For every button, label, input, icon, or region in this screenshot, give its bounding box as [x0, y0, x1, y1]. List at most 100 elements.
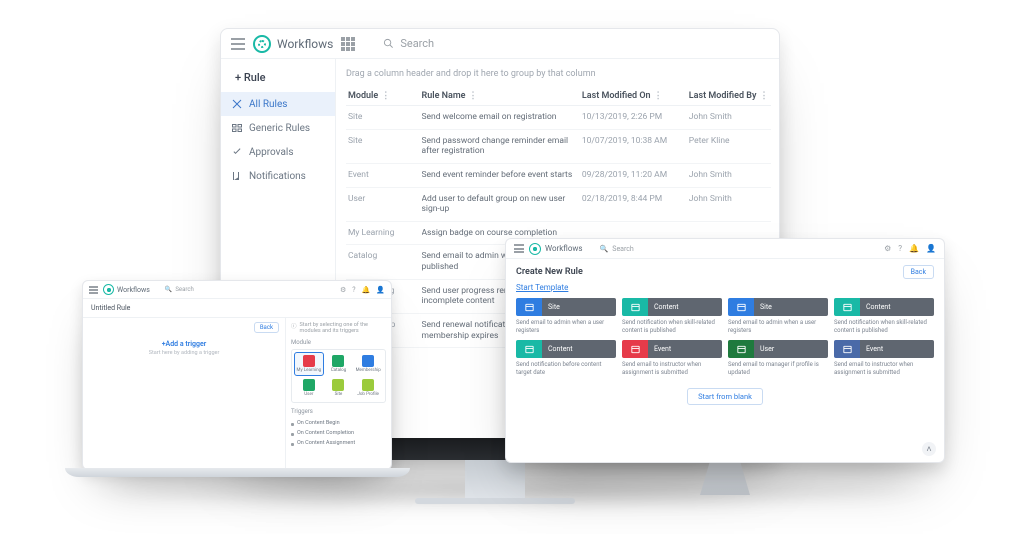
laptop-base [65, 468, 410, 477]
trigger-item[interactable]: On Content Completion [291, 428, 386, 438]
module-membership[interactable]: Membership [354, 353, 382, 375]
sidebar-item-all-rules[interactable]: All Rules [221, 92, 335, 116]
col-rule-name[interactable]: Rule Name [422, 91, 466, 101]
side-hint: ⓘStart by selecting one of the modules a… [291, 322, 386, 334]
sidebar-item-generic-rules[interactable]: Generic Rules [221, 116, 335, 140]
add-rule-button[interactable]: + Rule [221, 65, 335, 92]
laptop-window: Workflows 🔍 Search ⚙ ? 🔔 👤 Untitled Rule… [82, 280, 392, 470]
start-template-link[interactable]: Start Template [506, 283, 944, 296]
template-icon [516, 340, 542, 358]
monitor-stand [465, 460, 525, 502]
template-icon [728, 340, 754, 358]
template-desc: Send email to instructor when assignment… [834, 358, 934, 376]
trigger-item[interactable]: On Content Assignment [291, 438, 386, 448]
brand: Workflows [103, 284, 150, 295]
template-icon [516, 298, 542, 316]
module-icon [303, 355, 315, 367]
back-button[interactable]: Back [903, 265, 934, 279]
module-section-label: Module [291, 339, 386, 346]
bell-icon[interactable]: 🔔 [362, 286, 371, 294]
sidebar-item-notifications[interactable]: Notifications [221, 164, 335, 188]
brand-logo-icon [253, 35, 271, 53]
template-card[interactable]: ContentSend notification when skill-rela… [622, 298, 722, 334]
search-input[interactable]: 🔍 Search [165, 286, 335, 293]
table-row[interactable]: SiteSend password change reminder email … [346, 130, 771, 164]
trigger-item[interactable]: On Content Begin [291, 418, 386, 428]
template-card[interactable]: SiteSend email to admin when a user regi… [516, 298, 616, 334]
template-desc: Send email to admin when a user register… [516, 316, 616, 334]
module-site[interactable]: Site [325, 377, 353, 399]
hamburger-icon[interactable] [231, 38, 245, 50]
module-catalog[interactable]: Catalog [325, 353, 353, 375]
add-trigger-hint: Start here by adding a trigger [149, 350, 220, 356]
col-modified-on[interactable]: Last Modified On [582, 91, 651, 101]
hamburger-icon[interactable] [89, 286, 98, 294]
template-desc: Send email to instructor when assignment… [622, 358, 722, 376]
rule-title: Untitled Rule [83, 299, 391, 318]
module-my-learning[interactable]: My Learning [295, 353, 323, 375]
bell-icon[interactable]: 🔔 [909, 244, 919, 253]
create-rule-title: Create New Rule [516, 267, 583, 277]
template-icon [834, 298, 860, 316]
search-input[interactable]: 🔍 Search [600, 245, 880, 253]
template-label: Site [754, 298, 828, 316]
module-icon [362, 379, 374, 391]
avatar[interactable]: 👤 [926, 244, 936, 253]
template-icon [622, 340, 648, 358]
template-card[interactable]: ContentSend notification before content … [516, 340, 616, 376]
template-label: Content [542, 340, 616, 358]
start-from-blank-button[interactable]: Start from blank [687, 388, 763, 405]
gear-icon[interactable]: ⚙ [884, 244, 891, 253]
table-header: Module⋮ Rule Name⋮ Last Modified On⋮ Las… [346, 87, 771, 106]
group-by-hint: Drag a column header and drop it here to… [346, 69, 771, 79]
brand: Workflows [529, 243, 583, 255]
template-desc: Send notification when skill-related con… [622, 316, 722, 334]
help-icon[interactable]: ? [352, 286, 355, 294]
module-job-profile[interactable]: Job Profile [354, 377, 382, 399]
gear-icon[interactable]: ⚙ [340, 286, 346, 294]
template-label: Content [648, 298, 722, 316]
add-trigger-button[interactable]: +Add a trigger Start here by adding a tr… [149, 340, 220, 356]
module-icon [362, 355, 374, 367]
avatar[interactable]: 👤 [376, 286, 385, 294]
table-row[interactable]: SiteSend welcome email on registration10… [346, 106, 771, 130]
template-label: User [754, 340, 828, 358]
brand-logo-icon [529, 243, 541, 255]
template-card[interactable]: ContentSend notification when skill-rela… [834, 298, 934, 334]
module-icon [332, 355, 344, 367]
template-desc: Send email to admin when a user register… [728, 316, 828, 334]
hamburger-icon[interactable] [514, 244, 524, 253]
table-row[interactable]: UserAdd user to default group on new use… [346, 188, 771, 222]
rule-canvas[interactable]: Back +Add a trigger Start here by adding… [83, 318, 285, 469]
tablet-window: Workflows 🔍 Search ⚙ ? 🔔 👤 Create New Ru… [505, 238, 945, 463]
triggers-section-label: Triggers [291, 408, 386, 415]
monitor-topbar: Workflows Search [221, 29, 779, 59]
col-module[interactable]: Module [348, 91, 378, 101]
add-trigger-link[interactable]: +Add a trigger [162, 340, 207, 348]
apps-grid-icon[interactable] [341, 37, 355, 51]
template-icon [728, 298, 754, 316]
template-card[interactable]: EventSend email to instructor when assig… [834, 340, 934, 376]
template-label: Site [542, 298, 616, 316]
table-row[interactable]: EventSend event reminder before event st… [346, 164, 771, 188]
template-card[interactable]: UserSend email to manager if profile is … [728, 340, 828, 376]
sidebar-item-approvals[interactable]: Approvals [221, 140, 335, 164]
scroll-top-button[interactable]: ˄ [922, 442, 936, 456]
template-card[interactable]: SiteSend email to admin when a user regi… [728, 298, 828, 334]
tablet-stand [700, 461, 750, 495]
tablet-topbar: Workflows 🔍 Search ⚙ ? 🔔 👤 [506, 239, 944, 259]
help-icon[interactable]: ? [898, 244, 902, 253]
search-icon [383, 38, 394, 49]
template-label: Event [648, 340, 722, 358]
col-modified-by[interactable]: Last Modified By [689, 91, 757, 101]
template-desc: Send notification when skill-related con… [834, 316, 934, 334]
search-placeholder: Search [400, 37, 434, 50]
template-desc: Send notification before content target … [516, 358, 616, 376]
back-button[interactable]: Back [254, 322, 279, 333]
template-card[interactable]: EventSend email to instructor when assig… [622, 340, 722, 376]
module-icon [332, 379, 344, 391]
brand: Workflows [253, 35, 333, 53]
laptop-topbar: Workflows 🔍 Search ⚙ ? 🔔 👤 [83, 281, 391, 299]
search-input[interactable]: Search [383, 37, 769, 50]
module-user[interactable]: User [295, 377, 323, 399]
